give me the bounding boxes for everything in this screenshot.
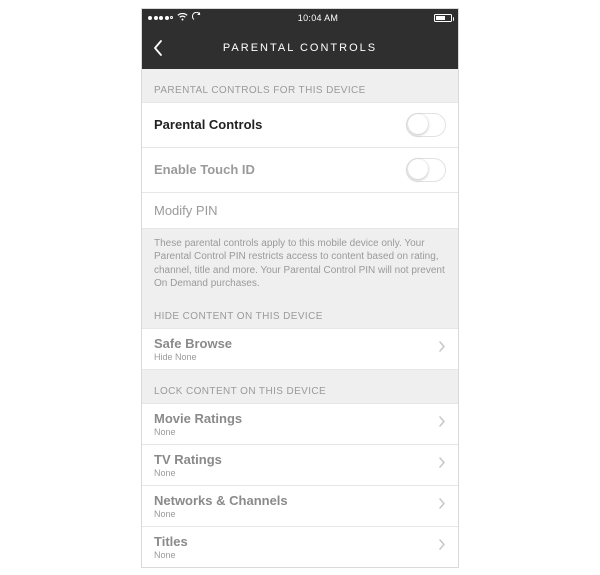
- info-text: These parental controls apply to this mo…: [142, 229, 458, 305]
- section-header-lock: LOCK CONTENT ON THIS DEVICE: [142, 370, 458, 403]
- battery-icon: [434, 14, 452, 22]
- networks-channels-row[interactable]: Networks & Channels None: [142, 486, 458, 527]
- safe-browse-value: Hide None: [154, 352, 232, 362]
- networks-channels-value: None: [154, 509, 288, 519]
- nav-bar: PARENTAL CONTROLS: [142, 27, 458, 69]
- wifi-icon: [177, 13, 188, 23]
- titles-label: Titles: [154, 534, 188, 549]
- chevron-right-icon: [438, 456, 446, 474]
- chevron-right-icon: [438, 497, 446, 515]
- back-button[interactable]: [152, 27, 164, 69]
- content-scroll[interactable]: PARENTAL CONTROLS FOR THIS DEVICE Parent…: [142, 69, 458, 567]
- tv-ratings-value: None: [154, 468, 222, 478]
- tv-ratings-row[interactable]: TV Ratings None: [142, 445, 458, 486]
- parental-controls-label: Parental Controls: [154, 117, 262, 132]
- page-title: PARENTAL CONTROLS: [223, 42, 377, 54]
- safe-browse-label: Safe Browse: [154, 336, 232, 351]
- status-right: [434, 14, 452, 22]
- parental-controls-toggle[interactable]: [406, 113, 446, 137]
- titles-value: None: [154, 550, 188, 560]
- chevron-right-icon: [438, 340, 446, 358]
- parental-controls-row: Parental Controls: [142, 102, 458, 148]
- section-header-device: PARENTAL CONTROLS FOR THIS DEVICE: [142, 69, 458, 102]
- safe-browse-row[interactable]: Safe Browse Hide None: [142, 328, 458, 370]
- section-header-hide: HIDE CONTENT ON THIS DEVICE: [142, 305, 458, 328]
- status-time: 10:04 AM: [298, 13, 338, 23]
- movie-ratings-value: None: [154, 427, 242, 437]
- enable-touch-id-toggle[interactable]: [406, 158, 446, 182]
- status-bar: 10:04 AM: [142, 9, 458, 27]
- refresh-icon: [192, 12, 202, 24]
- tv-ratings-label: TV Ratings: [154, 452, 222, 467]
- modify-pin-row[interactable]: Modify PIN: [142, 193, 458, 229]
- signal-dots-icon: [148, 16, 173, 20]
- chevron-right-icon: [438, 415, 446, 433]
- device-frame: 10:04 AM PARENTAL CONTROLS PARENTAL CONT…: [141, 8, 459, 568]
- chevron-right-icon: [438, 538, 446, 556]
- chevron-left-icon: [152, 38, 164, 58]
- modify-pin-label: Modify PIN: [154, 203, 218, 218]
- networks-channels-label: Networks & Channels: [154, 493, 288, 508]
- movie-ratings-row[interactable]: Movie Ratings None: [142, 403, 458, 445]
- enable-touch-id-label: Enable Touch ID: [154, 162, 255, 177]
- movie-ratings-label: Movie Ratings: [154, 411, 242, 426]
- titles-row[interactable]: Titles None: [142, 527, 458, 567]
- enable-touch-id-row: Enable Touch ID: [142, 148, 458, 193]
- status-left: [148, 12, 202, 24]
